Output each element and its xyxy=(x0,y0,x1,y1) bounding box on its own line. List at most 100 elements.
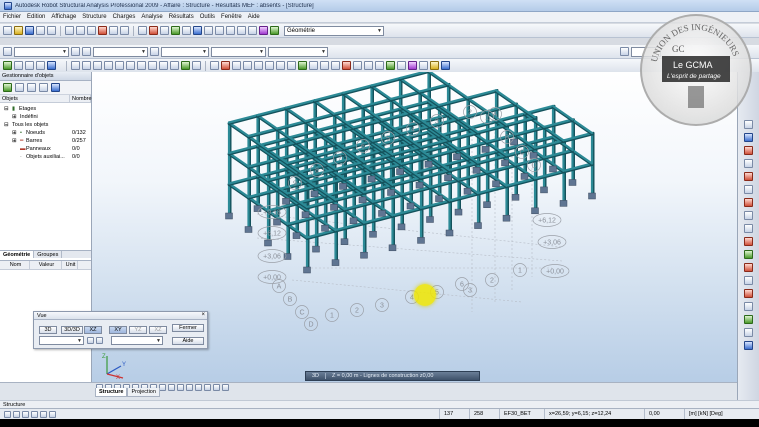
view-yz-button[interactable]: YZ xyxy=(129,326,147,334)
beam[interactable] xyxy=(380,112,412,123)
expand-icon[interactable]: ⊞ xyxy=(12,114,17,120)
support-block[interactable] xyxy=(463,187,472,195)
pan-icon[interactable] xyxy=(93,61,102,70)
beam[interactable] xyxy=(485,102,517,113)
beam[interactable] xyxy=(446,83,469,99)
beam[interactable] xyxy=(304,112,336,123)
fermer-button[interactable]: Fermer xyxy=(172,324,204,332)
beam[interactable] xyxy=(428,179,460,190)
map-tool-icon[interactable] xyxy=(744,328,753,337)
beam[interactable] xyxy=(341,84,373,94)
beam[interactable] xyxy=(542,148,574,159)
support-block[interactable] xyxy=(282,197,290,205)
beam-icon[interactable] xyxy=(265,61,274,70)
section-view-icon[interactable] xyxy=(222,384,229,391)
beam[interactable] xyxy=(476,185,508,196)
diagram-icon[interactable] xyxy=(182,26,191,35)
material-icon[interactable] xyxy=(408,61,417,70)
beam[interactable] xyxy=(314,209,346,220)
beam[interactable] xyxy=(247,159,279,169)
selection-mode-icon[interactable] xyxy=(82,47,91,56)
support-block[interactable] xyxy=(397,223,406,231)
results-icon[interactable] xyxy=(171,26,180,35)
expand-icon[interactable]: ⊞ xyxy=(12,138,17,144)
support-block[interactable] xyxy=(559,200,568,207)
menu-edition[interactable]: Edition xyxy=(24,14,48,20)
support-block[interactable] xyxy=(396,168,404,175)
tree-item-tous-les-objets[interactable]: ⊟ Tous les objets xyxy=(0,121,90,128)
view-xz2-button[interactable]: XZ xyxy=(149,326,167,334)
beam[interactable] xyxy=(304,113,336,124)
beam[interactable] xyxy=(341,85,373,96)
pan-icon[interactable] xyxy=(159,384,166,391)
selection-field[interactable]: ▼ xyxy=(14,46,69,57)
selection-icon[interactable] xyxy=(3,47,12,56)
display-options-icon[interactable] xyxy=(186,384,193,391)
story-indicator-bar[interactable]: 3D Z = 0,00 m - Lignes de construction z… xyxy=(305,371,480,381)
tree-icon[interactable] xyxy=(15,83,24,92)
support-block[interactable] xyxy=(225,212,233,220)
beam[interactable] xyxy=(227,114,259,126)
beam[interactable] xyxy=(284,100,316,111)
col-unit[interactable]: Unit xyxy=(62,261,78,269)
support-block[interactable] xyxy=(588,192,596,200)
column-icon[interactable] xyxy=(276,61,285,70)
support-block[interactable] xyxy=(454,208,463,216)
bars-icon[interactable] xyxy=(14,61,23,70)
panel-tool-icon[interactable] xyxy=(744,159,753,168)
support-block[interactable] xyxy=(264,239,272,247)
support-block[interactable] xyxy=(531,207,539,215)
support-block[interactable] xyxy=(301,211,310,218)
beam[interactable] xyxy=(418,83,450,93)
beam[interactable] xyxy=(562,131,594,142)
tab-projection[interactable]: Projection xyxy=(127,388,160,397)
tree-item-indefini[interactable]: ⊞ Indéfini xyxy=(0,113,90,120)
beam[interactable] xyxy=(227,151,250,168)
beam[interactable] xyxy=(227,121,250,138)
beam[interactable] xyxy=(533,170,565,181)
spring-icon[interactable] xyxy=(397,61,406,70)
support-block[interactable] xyxy=(492,180,500,188)
support-block[interactable] xyxy=(349,217,358,225)
support-block[interactable] xyxy=(424,160,433,168)
cladding-icon[interactable] xyxy=(353,61,362,70)
beam[interactable] xyxy=(542,118,574,129)
vue-refresh-icon[interactable] xyxy=(87,337,94,344)
redraw-icon[interactable] xyxy=(177,384,184,391)
support-block[interactable] xyxy=(273,218,281,226)
layout-select[interactable]: Géométrie ▼ xyxy=(284,25,384,36)
beam[interactable] xyxy=(361,98,393,109)
expand-icon[interactable]: ⊞ xyxy=(12,130,17,136)
beam[interactable] xyxy=(514,126,546,137)
beam[interactable] xyxy=(313,99,336,115)
support-block[interactable] xyxy=(502,214,511,222)
tab-structure[interactable]: Structure xyxy=(95,388,128,397)
close-icon[interactable]: × xyxy=(201,312,205,318)
tree-item-etages[interactable]: ⊟ ▮ Etages xyxy=(0,105,90,112)
beam[interactable] xyxy=(505,178,537,189)
beam[interactable] xyxy=(284,106,307,123)
trim-icon[interactable] xyxy=(137,61,146,70)
support-block[interactable] xyxy=(388,244,397,252)
axis-icon[interactable] xyxy=(232,61,241,70)
support-block[interactable] xyxy=(444,174,452,181)
support-block[interactable] xyxy=(472,167,481,174)
beam[interactable] xyxy=(341,91,364,108)
beam[interactable] xyxy=(275,121,307,132)
beam[interactable] xyxy=(284,99,316,109)
support-block[interactable] xyxy=(511,194,520,201)
calc-icon[interactable] xyxy=(149,26,158,35)
move-icon[interactable] xyxy=(126,61,135,70)
map-icon[interactable] xyxy=(193,26,202,35)
menu-outils[interactable]: Outils xyxy=(197,14,218,20)
support-block[interactable] xyxy=(340,238,349,245)
support-block[interactable] xyxy=(540,186,548,194)
rigid-link-icon[interactable] xyxy=(744,224,753,233)
beam[interactable] xyxy=(227,144,259,155)
view-3d3d-button[interactable]: 3D/3D xyxy=(61,326,83,334)
mesh-icon[interactable] xyxy=(375,61,384,70)
menu-resultats[interactable]: Résultats xyxy=(166,14,197,20)
menu-analyse[interactable]: Analyse xyxy=(138,14,165,20)
opening-icon[interactable] xyxy=(364,61,373,70)
beam[interactable] xyxy=(313,91,345,102)
